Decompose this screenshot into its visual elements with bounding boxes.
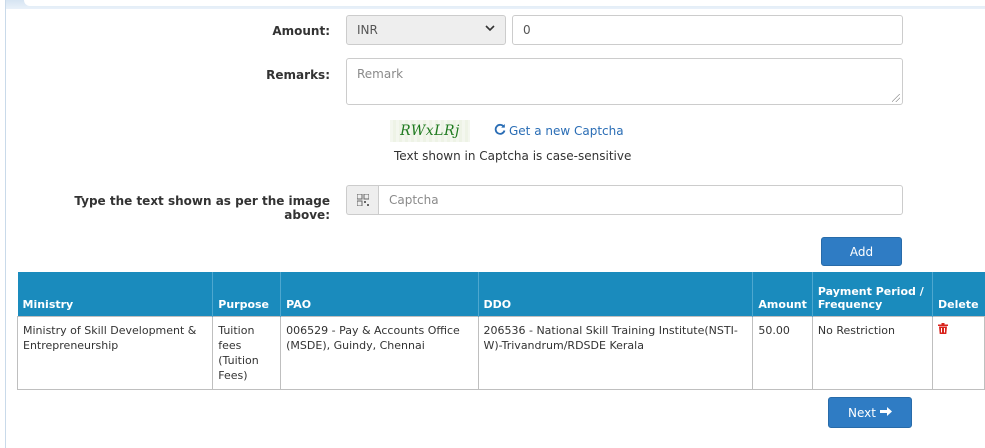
cell-ddo: 206536 - National Skill Training Institu… bbox=[477, 315, 754, 390]
header-ministry: Ministry bbox=[17, 272, 213, 316]
payment-table: Ministry Purpose PAO DDO Amount Payment … bbox=[16, 272, 985, 390]
captcha-image: RWxLRj bbox=[390, 120, 470, 142]
captcha-input-label: Type the text shown as per the image abo… bbox=[74, 194, 330, 222]
captcha-input[interactable]: Captcha bbox=[378, 185, 903, 215]
amount-value: 0 bbox=[523, 23, 531, 37]
new-captcha-link[interactable]: Get a new Captcha bbox=[494, 123, 624, 138]
left-rail bbox=[0, 0, 6, 448]
captcha-placeholder: Captcha bbox=[389, 193, 439, 207]
cell-ministry: Ministry of Skill Development & Entrepre… bbox=[16, 315, 214, 390]
amount-input[interactable]: 0 bbox=[512, 15, 903, 45]
cell-amount: 50.00 bbox=[752, 315, 813, 390]
remarks-placeholder: Remark bbox=[357, 67, 404, 81]
table-row: Ministry of Skill Development & Entrepre… bbox=[16, 315, 985, 390]
next-button[interactable]: Next bbox=[828, 397, 912, 428]
cell-payment-period: No Restriction bbox=[811, 315, 933, 390]
top-band bbox=[0, 0, 985, 9]
new-captcha-label: Get a new Captcha bbox=[509, 123, 624, 138]
currency-select[interactable]: INR bbox=[346, 15, 506, 45]
refresh-icon bbox=[494, 123, 506, 138]
amount-label: Amount: bbox=[272, 24, 330, 38]
remarks-textarea[interactable]: Remark bbox=[346, 58, 903, 105]
next-button-label: Next bbox=[848, 405, 876, 420]
trash-icon[interactable] bbox=[937, 322, 948, 338]
cell-purpose: Tuition fees (Tuition Fees) bbox=[212, 315, 282, 390]
table-header-row: Ministry Purpose PAO DDO Amount Payment … bbox=[17, 272, 985, 316]
resize-grip-icon[interactable] bbox=[892, 94, 900, 102]
cell-pao: 006529 - Pay & Accounts Office (MSDE), G… bbox=[280, 315, 479, 390]
arrow-right-icon bbox=[879, 406, 892, 420]
currency-value: INR bbox=[357, 23, 378, 37]
barcode-icon bbox=[346, 185, 378, 215]
chevron-down-icon bbox=[485, 25, 495, 35]
captcha-note: Text shown in Captcha is case-sensitive bbox=[394, 149, 632, 163]
header-delete: Delete bbox=[931, 272, 985, 316]
header-payment-period: Payment Period / Frequency bbox=[811, 272, 933, 316]
header-pao: PAO bbox=[280, 272, 478, 316]
remarks-label: Remarks: bbox=[266, 68, 330, 82]
add-button[interactable]: Add bbox=[821, 237, 902, 266]
header-ddo: DDO bbox=[477, 272, 753, 316]
header-amount: Amount bbox=[752, 272, 813, 316]
cell-delete bbox=[931, 315, 985, 390]
header-purpose: Purpose bbox=[212, 272, 281, 316]
